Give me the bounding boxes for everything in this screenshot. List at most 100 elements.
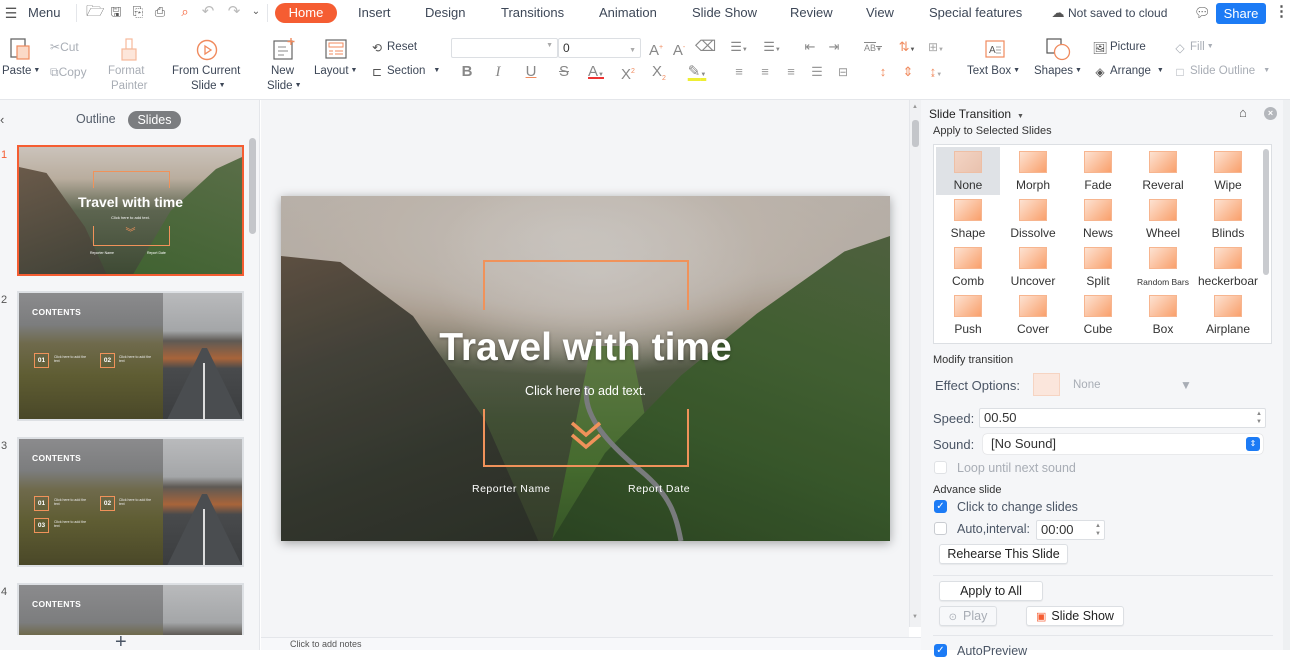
bold-icon[interactable]: B [459,64,475,80]
menu-button[interactable]: Menu [28,5,61,20]
collapse-panel-icon[interactable]: ‹ [0,112,4,127]
spinner-icon[interactable]: ▲ ▼ [1095,522,1101,538]
transition-push[interactable]: Push [936,291,1000,339]
font-size-select[interactable]: 0 ▼ [558,38,641,58]
transition-fade[interactable]: Fade [1066,147,1130,195]
autopreview-checkbox[interactable]: ✓ [934,644,947,657]
italic-icon[interactable]: I [490,64,506,80]
canvas-scrollbar[interactable]: ▲ ▼ [909,100,921,627]
transition-uncover[interactable]: Uncover [1001,243,1065,291]
tab-outline[interactable]: Outline [76,112,116,126]
pin-icon[interactable]: ⌂ [1239,105,1247,120]
transition-wheel[interactable]: Wheel [1131,195,1195,243]
fill-icon[interactable]: ◇ [1172,40,1188,56]
paste-button[interactable]: Paste ▼ [2,65,40,77]
align-right-icon[interactable]: ≡ [783,64,799,80]
shapes-icon[interactable] [1045,37,1071,61]
tab-review[interactable]: Review [790,5,833,20]
slide-subtitle[interactable]: Click here to add text. [281,384,890,398]
auto-interval-input[interactable]: 00:00 ▲ ▼ [1036,520,1105,540]
new-slide-label[interactable]: New [271,65,294,77]
transition-box[interactable]: Box [1131,291,1195,339]
from-current-slide-label-2[interactable]: Slide ▼ [191,80,226,92]
transition-shape[interactable]: Shape [936,195,1000,243]
close-icon[interactable]: × [1264,107,1277,120]
save-icon[interactable]: 🖫 [108,4,124,20]
redo-icon[interactable]: ↷ [226,4,242,20]
undo-icon[interactable]: ↶ [200,4,216,20]
reset-icon[interactable]: ⟲ [369,40,385,56]
export-pdf-icon[interactable]: ⎘ [130,4,146,20]
text-direction-icon[interactable]: AB▼ [860,40,886,58]
font-color-icon[interactable]: A▼ [585,64,607,83]
apply-to-all-button[interactable]: Apply to All [939,581,1043,601]
highlight-icon[interactable]: ✎▼ [686,64,708,83]
align-left-icon[interactable]: ≡ [731,64,747,80]
paste-icon[interactable] [9,37,31,61]
tab-special-features[interactable]: Special features [929,5,1022,20]
superscript-icon[interactable]: X2 [619,64,637,83]
layout-button[interactable]: Layout ▼ [314,65,357,77]
slide-thumbnail-3[interactable]: CONTENTS 01 Click here to add the text 0… [17,437,244,567]
effect-options-dropdown-icon[interactable]: ▼ [1180,378,1192,392]
layout-icon[interactable] [325,39,347,59]
text-sort-icon[interactable]: ⇅▼ [896,39,918,58]
hamburger-icon[interactable]: ☰ [4,5,18,21]
transition-heckerboar[interactable]: heckerboar [1196,243,1260,291]
tab-animation[interactable]: Animation [599,5,657,20]
decrease-indent-icon[interactable]: ⇤ [802,39,818,55]
transition-cover[interactable]: Cover [1001,291,1065,339]
spacing-options-icon[interactable]: ↨▼ [924,64,948,83]
scrollbar-thumb[interactable] [912,120,919,147]
cloud-status[interactable]: Not saved to cloud [1068,6,1167,20]
from-current-slide-label[interactable]: From Current [172,65,240,77]
share-button[interactable]: Share [1216,3,1266,24]
text-box-button[interactable]: Text Box ▼ [967,65,1020,77]
section-icon[interactable]: ⊏ [369,64,385,80]
new-slide-label-2[interactable]: Slide ▼ [267,80,302,92]
auto-interval-checkbox[interactable] [934,522,947,535]
distribute-icon[interactable]: ⊟ [835,64,851,80]
transition-dissolve[interactable]: Dissolve [1001,195,1065,243]
increase-font-icon[interactable]: A+ [648,40,664,59]
transition-wipe[interactable]: Wipe [1196,147,1260,195]
transition-split[interactable]: Split [1066,243,1130,291]
customize-toolbar-icon[interactable]: ⌄ [250,4,262,20]
rehearse-button[interactable]: Rehearse This Slide [939,544,1068,564]
subscript-icon[interactable]: X2 [650,64,668,87]
copy-button[interactable]: ⧉Copy [50,65,87,80]
play-from-current-icon[interactable] [196,39,218,61]
slides-scrollbar[interactable] [249,138,256,234]
play-button[interactable]: ⊙ Play [939,606,997,626]
bullet-list-icon[interactable]: ☰▼ [727,39,751,58]
paragraph-spacing-icon[interactable]: ⇕ [900,64,916,80]
transition-news[interactable]: News [1066,195,1130,243]
current-slide[interactable]: Travel with time Click here to add text.… [281,196,890,541]
slide-thumbnail-4[interactable]: CONTENTS [17,583,244,635]
open-folder-icon[interactable]: 🗁 [86,4,105,20]
tab-home[interactable]: Home [275,3,337,23]
new-slide-icon[interactable] [272,37,296,61]
more-icon[interactable]: ⋮ [1274,4,1289,20]
effect-options-value[interactable]: None [1073,379,1101,391]
align-center-icon[interactable]: ≡ [757,64,773,80]
slide-outline-button[interactable]: Slide Outline ▼ [1190,65,1270,77]
clear-format-icon[interactable]: ⌫ [695,39,716,55]
transition-cube[interactable]: Cube [1066,291,1130,339]
add-slide-button[interactable]: + [115,632,127,652]
notes-area[interactable]: Click to add notes [261,637,921,650]
tab-slides[interactable]: Slides [128,111,181,129]
font-name-select[interactable]: ▼ [451,38,558,58]
click-change-checkbox[interactable]: ✓ [934,500,947,513]
transition-morph[interactable]: Morph [1001,147,1065,195]
line-spacing-icon[interactable]: ↕ [875,64,891,80]
text-align-box-icon[interactable]: ⊞▼ [924,39,948,58]
panel-title[interactable]: Slide Transition ▼ [929,107,1024,121]
scroll-down-icon[interactable]: ▼ [912,614,918,620]
fill-button[interactable]: Fill ▼ [1190,41,1214,53]
slide-title[interactable]: Travel with time [281,326,890,370]
slide-thumbnail-2[interactable]: CONTENTS 01 Click here to add the text 0… [17,291,244,421]
gallery-scrollbar[interactable] [1263,149,1269,275]
print-icon[interactable]: ⎙ [152,4,168,20]
shapes-button[interactable]: Shapes ▼ [1034,65,1082,77]
